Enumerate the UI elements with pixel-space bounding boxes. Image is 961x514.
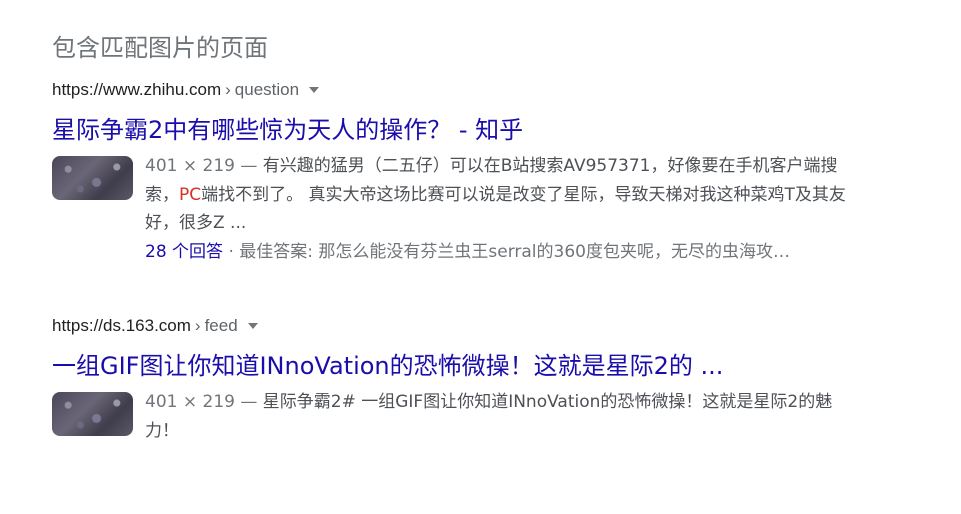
chevron-down-icon[interactable]	[247, 323, 258, 329]
best-answer-text: · 最佳答案: 那怎么能没有芬兰虫王serral的360度包夹呢，无尽的虫海攻…	[223, 241, 790, 262]
result-url[interactable]: https://ds.163.com › feed	[52, 314, 872, 338]
image-dimensions: 401 × 219 —	[145, 156, 258, 176]
result-thumbnail[interactable]	[52, 392, 133, 436]
section-heading: 包含匹配图片的页面	[52, 34, 268, 62]
result-path: feed	[204, 316, 238, 335]
snippet-text-continued: 端找不到了。 真实大帝这场比赛可以说是改变了星际，导致天梯对我这种菜鸡T及其友好…	[145, 184, 846, 234]
result-path: question	[234, 80, 300, 99]
result-snippet: 401 × 219 — 有兴趣的猛男（二五仔）可以在B站搜索AV957371，好…	[145, 152, 865, 266]
result-title-link[interactable]: 星际争霸2中有哪些惊为天人的操作？ - 知乎	[52, 114, 872, 146]
result-url[interactable]: https://www.zhihu.com › question	[52, 78, 872, 102]
search-result: https://ds.163.com › feed 一组GIF图让你知道INno…	[52, 314, 872, 445]
result-domain: https://ds.163.com	[52, 316, 191, 335]
chevron-down-icon[interactable]	[309, 87, 320, 93]
breadcrumb-separator: ›	[225, 80, 231, 99]
result-title-link[interactable]: 一组GIF图让你知道INnoVation的恐怖微操！这就是星际2的 ...	[52, 350, 872, 382]
image-dimensions: 401 × 219 —	[145, 392, 258, 412]
search-result: https://www.zhihu.com › question 星际争霸2中有…	[52, 78, 872, 266]
answers-count-link[interactable]: 28 个回答	[145, 242, 223, 262]
result-thumbnail[interactable]	[52, 156, 133, 200]
result-snippet: 401 × 219 — 星际争霸2# 一组GIF图让你知道INnoVation的…	[145, 388, 865, 445]
result-domain: https://www.zhihu.com	[52, 80, 222, 99]
breadcrumb-separator: ›	[194, 316, 201, 335]
snippet-highlight: PC	[179, 184, 202, 205]
